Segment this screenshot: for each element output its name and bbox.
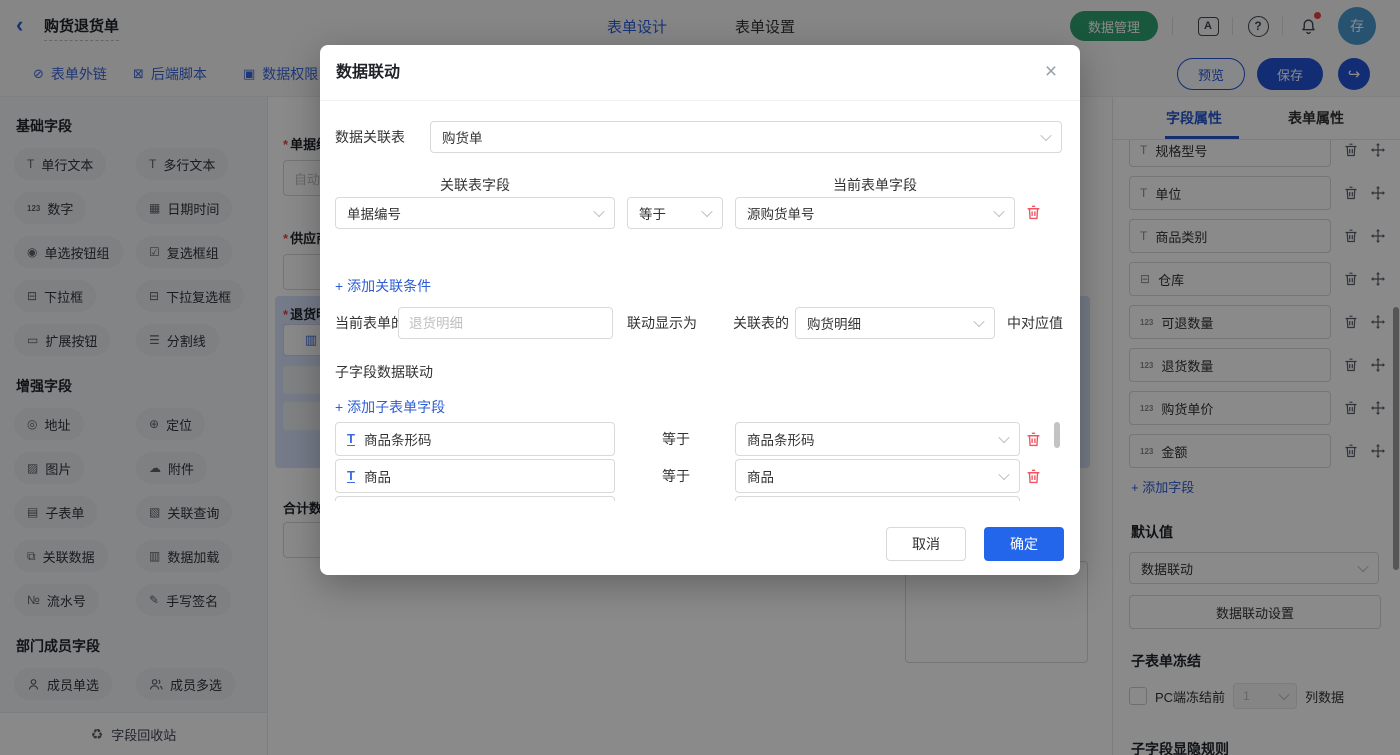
relation-table-value: 购货单 xyxy=(442,127,483,147)
relation-table-label: 数据关联表 xyxy=(335,121,405,153)
chevron-down-icon xyxy=(701,206,712,217)
corresponding-value-label: 中对应值 xyxy=(1007,307,1063,339)
subfield-left-value: 商品条形码 xyxy=(364,429,432,449)
close-icon[interactable]: × xyxy=(1038,59,1064,85)
relation-table-prefix-label: 关联表的 xyxy=(733,307,789,339)
subfield-right-select[interactable]: 商品 xyxy=(735,459,1020,493)
delete-subfield-icon[interactable] xyxy=(1026,469,1041,484)
relation-detail-value: 购货明细 xyxy=(807,313,861,333)
delete-condition-icon[interactable] xyxy=(1026,205,1041,220)
condition-operator-value: 等于 xyxy=(639,203,666,223)
add-subfield-link[interactable]: + 添加子表单字段 xyxy=(335,397,445,417)
cancel-label: 取消 xyxy=(912,534,940,554)
condition-operator-select[interactable]: 等于 xyxy=(627,197,723,229)
chevron-down-icon xyxy=(998,432,1009,443)
text-icon: T xyxy=(347,433,355,446)
modal-title: 数据联动 xyxy=(336,45,400,100)
confirm-label: 确定 xyxy=(1010,534,1038,554)
chevron-down-icon xyxy=(593,206,604,217)
subfield-rows-scroll-area: T 商品条形码 等于 商品条形码 T 商品 等于 商品 xyxy=(320,421,1080,501)
modal-header-divider xyxy=(320,100,1080,101)
subfield-right-select-clipped[interactable] xyxy=(735,496,1020,501)
condition-right-value: 源购货单号 xyxy=(747,203,815,223)
text-icon: T xyxy=(347,470,355,483)
chevron-down-icon xyxy=(973,316,984,327)
subfield-right-select[interactable]: 商品条形码 xyxy=(735,422,1020,456)
subfield-left-box[interactable]: T 商品 xyxy=(335,459,615,493)
subfield-linkage-title: 子字段数据联动 xyxy=(335,362,433,382)
confirm-button[interactable]: 确定 xyxy=(984,527,1064,561)
cancel-button[interactable]: 取消 xyxy=(886,527,966,561)
chevron-down-icon xyxy=(1040,130,1051,141)
subfield-scrollbar[interactable] xyxy=(1054,422,1060,448)
subfield-left-box-clipped[interactable] xyxy=(335,496,615,501)
condition-left-select[interactable]: 单据编号 xyxy=(335,197,615,229)
chevron-down-icon xyxy=(998,469,1009,480)
subfield-right-value: 商品条形码 xyxy=(747,429,815,449)
subfield-op-label: 等于 xyxy=(662,459,690,493)
condition-left-value: 单据编号 xyxy=(347,203,401,223)
subfield-left-value: 商品 xyxy=(364,466,391,486)
subfield-left-box[interactable]: T 商品条形码 xyxy=(335,422,615,456)
relation-table-select[interactable]: 购货单 xyxy=(430,121,1062,153)
add-condition-link[interactable]: + 添加关联条件 xyxy=(335,276,431,296)
subfield-op-label: 等于 xyxy=(662,422,690,456)
condition-right-select[interactable]: 源购货单号 xyxy=(735,197,1015,229)
data-linkage-modal: 数据联动 × 数据关联表 购货单 关联表字段 当前表单字段 单据编号 等于 源购… xyxy=(320,45,1080,575)
linkage-display-label: 联动显示为 xyxy=(627,307,697,339)
subfield-right-value: 商品 xyxy=(747,466,774,486)
right-column-header: 当前表单字段 xyxy=(735,175,1015,195)
chevron-down-icon xyxy=(993,206,1004,217)
relation-detail-select[interactable]: 购货明细 xyxy=(795,307,995,339)
current-form-prefix-label: 当前表单的 xyxy=(335,307,405,339)
left-column-header: 关联表字段 xyxy=(335,175,615,195)
delete-subfield-icon[interactable] xyxy=(1026,432,1041,447)
form-designer-app: ‹ 购货退货单 表单设计 表单设置 数据管理 A ? 存 ⊘ 表单外链 ⊠ 后端… xyxy=(0,0,1400,755)
display-field-input[interactable] xyxy=(398,307,613,339)
